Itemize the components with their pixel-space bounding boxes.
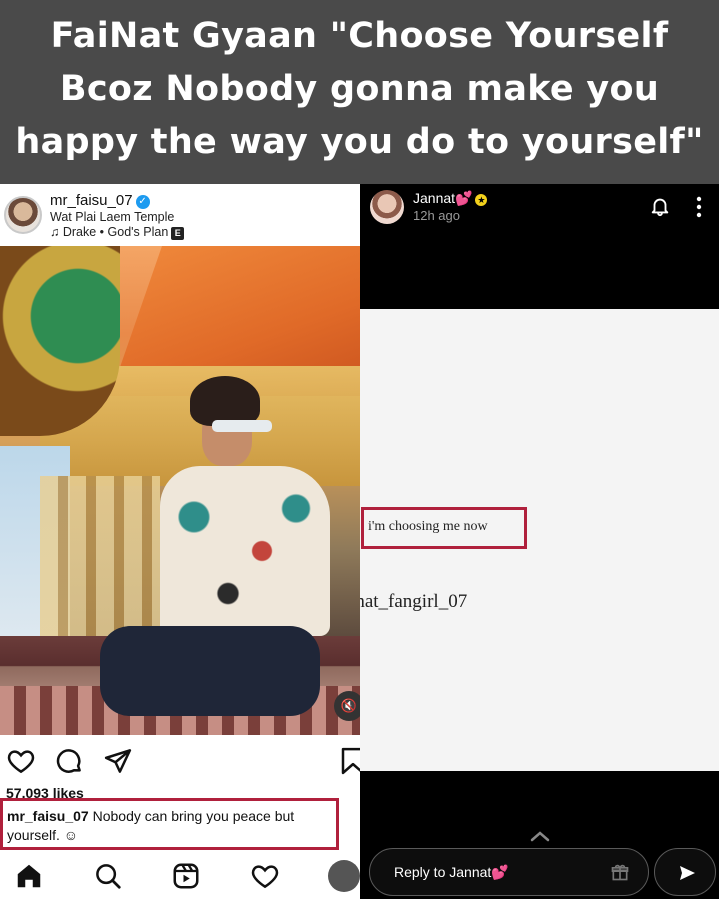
chevron-up-icon[interactable] <box>530 830 550 842</box>
music-track[interactable]: Drake • God's Plan <box>63 225 168 239</box>
mute-icon[interactable]: 🔇 <box>334 691 360 721</box>
post-actions <box>0 744 360 778</box>
profile-nav-avatar[interactable] <box>328 860 360 892</box>
banner-line-3: happy the way you do to yourself" <box>15 122 704 162</box>
story-username[interactable]: Jannat💕 <box>413 190 472 206</box>
reply-placeholder: Reply to Jannat💕 <box>394 864 509 880</box>
story-text: i'm choosing me now <box>361 507 527 549</box>
verified-badge-icon: ✓ <box>135 195 150 209</box>
bottom-nav <box>0 856 360 899</box>
pants <box>100 626 320 716</box>
story-timestamp: 12h ago <box>413 208 460 223</box>
reels-icon[interactable] <box>171 861 201 891</box>
banner-line-1: FaiNat Gyaan "Choose Yourself <box>50 16 669 56</box>
star-badge-icon: ★ <box>475 194 488 206</box>
comment-icon[interactable] <box>54 746 84 776</box>
bell-icon[interactable] <box>649 194 671 218</box>
sunglasses <box>212 420 272 432</box>
explicit-badge: E <box>171 227 185 240</box>
patterned-shirt <box>160 466 330 636</box>
more-vertical-icon[interactable] <box>694 196 704 218</box>
person-figure <box>100 376 330 716</box>
bookmark-icon[interactable] <box>338 746 360 776</box>
story-user[interactable]: Jannat💕 ★ <box>413 190 488 207</box>
home-icon[interactable] <box>14 861 44 891</box>
snapchat-story-panel: Jannat💕★ 12h ago i'm choosing me now IG … <box>360 184 719 899</box>
music-note-icon: ♫ <box>50 225 60 239</box>
instagram-post-panel: mr_faisu_07 ✓ Wat Plai Laem Temple ♫ Drak… <box>0 184 360 899</box>
send-button[interactable] <box>654 848 716 896</box>
gift-icon[interactable] <box>610 862 630 882</box>
story-avatar[interactable] <box>370 190 404 224</box>
hair <box>190 376 260 426</box>
username-text[interactable]: mr_faisu_07 <box>50 192 133 209</box>
post-header: mr_faisu_07 ✓ Wat Plai Laem Temple ♫ Drak… <box>0 184 360 246</box>
share-icon[interactable] <box>103 746 133 776</box>
post-location[interactable]: Wat Plai Laem Temple <box>50 210 174 224</box>
reply-input[interactable]: Reply to Jannat💕 <box>369 848 649 896</box>
post-username[interactable]: mr_faisu_07 ✓ <box>50 192 150 209</box>
send-icon <box>680 866 695 880</box>
story-content[interactable]: i'm choosing me now IG @fainat_fangirl_0… <box>360 309 719 771</box>
post-caption: mr_faisu_07 Nobody can bring you peace b… <box>0 798 339 850</box>
post-photo[interactable]: 🔇 <box>0 246 360 735</box>
watermark-text: IG @fainat_fangirl_07 <box>360 591 468 612</box>
title-banner: FaiNat Gyaan "Choose Yourself Bcoz Nobod… <box>0 0 719 184</box>
search-icon[interactable] <box>93 861 123 891</box>
heart-icon[interactable] <box>6 746 36 776</box>
post-music[interactable]: ♫ Drake • God's Plan E <box>50 225 185 240</box>
banner-line-2: Bcoz Nobody gonna make you <box>59 69 660 109</box>
caption-username[interactable]: mr_faisu_07 <box>7 808 89 824</box>
activity-heart-icon[interactable] <box>250 861 280 891</box>
profile-avatar[interactable] <box>4 196 42 234</box>
